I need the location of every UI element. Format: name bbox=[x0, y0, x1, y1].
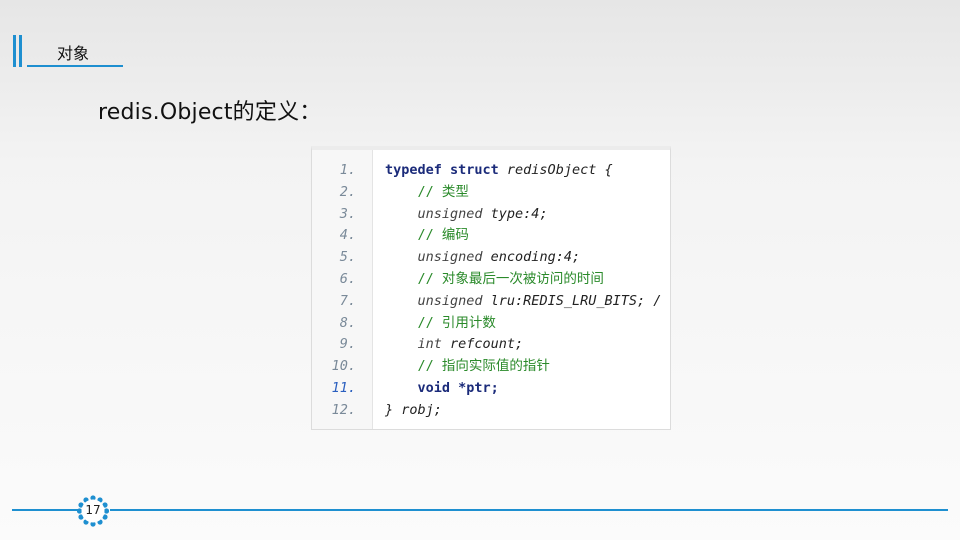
line-number: 2. bbox=[339, 183, 356, 200]
line-number: 10. bbox=[331, 358, 356, 375]
header-underline bbox=[27, 65, 123, 67]
code-text: } robj; bbox=[385, 400, 442, 422]
code-text: unsigned type:4; bbox=[385, 204, 548, 226]
code-text: // 引用计数 bbox=[385, 313, 496, 335]
line-number: 6. bbox=[339, 271, 356, 287]
code-token: void bbox=[385, 380, 459, 396]
code-text: // 指向实际值的指针 bbox=[385, 356, 550, 378]
page-number: 17 bbox=[85, 503, 101, 517]
code-text: // 对象最后一次被访问的时间 bbox=[385, 269, 604, 291]
line-number: 4. bbox=[339, 227, 356, 244]
code-token: *ptr; bbox=[458, 380, 499, 396]
code-text: unsigned lru:REDIS_LRU_BITS; / bbox=[385, 291, 662, 313]
header-accent-mark bbox=[13, 35, 27, 67]
code-token: unsigned bbox=[385, 205, 491, 222]
code-token: // 引用计数 bbox=[385, 314, 496, 331]
code-text: unsigned encoding:4; bbox=[385, 247, 581, 269]
code-text: // 类型 bbox=[385, 182, 469, 204]
line-number: 9. bbox=[339, 336, 356, 353]
code-token: } robj; bbox=[385, 401, 442, 418]
code-token: lru:REDIS_LRU_BITS; / bbox=[490, 292, 662, 309]
slide-section-title: 对象 bbox=[57, 44, 90, 63]
code-token: typedef struct bbox=[385, 162, 507, 178]
code-text: typedef struct redisObject { bbox=[385, 160, 613, 182]
code-token: // 指向实际值的指针 bbox=[385, 358, 550, 375]
code-token: int bbox=[385, 336, 451, 353]
code-token: refcount; bbox=[450, 336, 524, 353]
code-token: // 对象最后一次被访问的时间 bbox=[385, 271, 604, 287]
code-text: int refcount; bbox=[385, 334, 524, 356]
line-number: 12. bbox=[331, 401, 356, 418]
code-token: unsigned bbox=[385, 292, 491, 309]
footer-rule-left bbox=[12, 509, 78, 511]
line-number: 11. bbox=[331, 380, 356, 396]
code-token: // 编码 bbox=[385, 227, 469, 244]
line-number: 7. bbox=[339, 292, 356, 309]
line-number: 1. bbox=[339, 162, 356, 178]
code-token: type:4; bbox=[490, 205, 548, 222]
footer-rule-right bbox=[110, 509, 948, 511]
code-token: redisObject { bbox=[506, 162, 613, 178]
line-number: 3. bbox=[339, 205, 356, 222]
line-number: 8. bbox=[339, 314, 356, 331]
line-number: 5. bbox=[339, 249, 356, 266]
code-token: encoding:4; bbox=[490, 249, 581, 266]
code-token: unsigned bbox=[385, 249, 491, 266]
code-token: // 类型 bbox=[385, 183, 469, 200]
code-text: void *ptr; bbox=[385, 378, 499, 400]
code-snippet: 1. typedef struct redisObject { 2. // 类型 3.… bbox=[311, 146, 671, 430]
slide-heading: redis.Object的定义： bbox=[98, 100, 322, 125]
code-text: // 编码 bbox=[385, 225, 469, 247]
